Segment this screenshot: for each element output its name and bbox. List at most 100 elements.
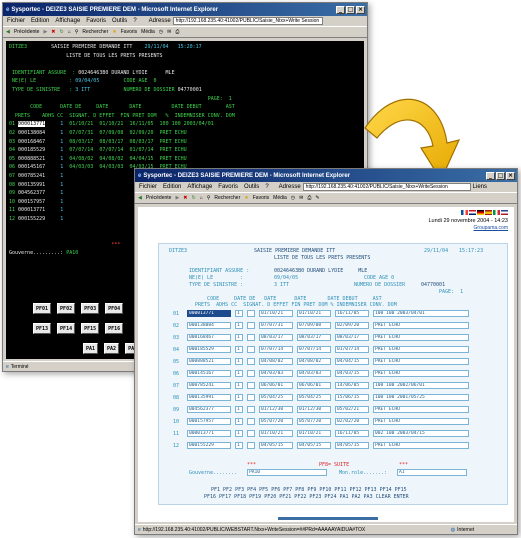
emu-row-signat-field[interactable]: 01/10/21 bbox=[259, 430, 293, 437]
emu-row-code-field[interactable]: 1 bbox=[235, 310, 243, 317]
emu-row-effet-field[interactable]: 05/04/25 bbox=[297, 394, 331, 401]
address-bar[interactable]: http://192.168.235.40:41002/PUBLIC/Saisi… bbox=[172, 17, 323, 25]
emu-row-effet-field[interactable]: 04/08/02 bbox=[297, 358, 331, 365]
emu-row-effet-field[interactable]: 01/12/30 bbox=[297, 406, 331, 413]
back-button[interactable]: Précédente bbox=[146, 195, 172, 201]
emu-row-signat-field[interactable]: 04/03/03 bbox=[259, 370, 293, 377]
emu-row-detail-field[interactable]: PRET ECHU bbox=[373, 358, 469, 365]
emu-row-effet-field[interactable]: 05/07/20 bbox=[297, 418, 331, 425]
emu-row-signat-field[interactable]: 01/12/30 bbox=[259, 406, 293, 413]
emu-row-fin-field[interactable]: 16/11/05 bbox=[335, 430, 369, 437]
emu-row-fin-field[interactable]: 04/03/15 bbox=[335, 370, 369, 377]
search-button[interactable]: Rechercher bbox=[82, 29, 108, 35]
back-window-titlebar[interactable]: e Sysportec - DEIZE3 SAISIE PREMIERE DEM… bbox=[3, 3, 367, 16]
emu-row-cc-field[interactable] bbox=[247, 442, 255, 449]
emu-fkeys-line-2[interactable]: PF16 PF17 PF18 PF19 PF20 PF21 PF22 PF23 … bbox=[204, 494, 409, 500]
flag-icon[interactable] bbox=[493, 210, 500, 215]
emu-row-detail-field[interactable]: 100 100 2001/05/25 bbox=[373, 394, 469, 401]
emu-row-pret-field[interactable]: 000888521 bbox=[187, 358, 231, 365]
emu-row-cc-field[interactable] bbox=[247, 358, 255, 365]
site-link[interactable]: Groupama.com bbox=[474, 225, 508, 231]
emu-row-code-field[interactable]: 1 bbox=[235, 358, 243, 365]
emu-row-pret-field[interactable]: 000155229 bbox=[187, 442, 231, 449]
minimize-icon[interactable]: _ bbox=[336, 5, 345, 14]
mail-icon[interactable]: ✉ bbox=[167, 29, 171, 35]
menu-outils[interactable]: Outils bbox=[112, 18, 127, 24]
emu-row-fin-field[interactable]: 16/11/05 bbox=[335, 310, 369, 317]
menu-help[interactable]: ? bbox=[133, 18, 136, 24]
emu-row-code-field[interactable]: 1 bbox=[235, 334, 243, 341]
emu-row-cc-field[interactable] bbox=[247, 322, 255, 329]
emu-row-fin-field[interactable]: 14/06/05 bbox=[335, 382, 369, 389]
emu-row-code-field[interactable]: 1 bbox=[235, 394, 243, 401]
forward-arrow-icon[interactable]: ▶ bbox=[43, 29, 47, 35]
menu-edition[interactable]: Edition bbox=[163, 184, 181, 190]
pf15-button[interactable]: PF15 bbox=[81, 323, 100, 334]
emu-row-fin-field[interactable]: 15/06/15 bbox=[335, 394, 369, 401]
pa1-button[interactable]: PA1 bbox=[83, 343, 99, 354]
emu-row-signat-field[interactable]: 06/06/01 bbox=[259, 382, 293, 389]
emu-row-code-field[interactable]: 1 bbox=[235, 442, 243, 449]
emu-row-code-field[interactable]: 1 bbox=[235, 430, 243, 437]
emu-row-pret-field[interactable]: 004562377 bbox=[187, 406, 231, 413]
minimize-icon[interactable]: _ bbox=[486, 171, 495, 180]
emu-row-pret-field[interactable]: 000185529 bbox=[187, 346, 231, 353]
emu-row-signat-field[interactable]: 04/08/02 bbox=[259, 358, 293, 365]
emu-row-signat-field[interactable]: 04/05/15 bbox=[259, 442, 293, 449]
menu-fichier[interactable]: Fichier bbox=[139, 184, 157, 190]
emu-row-fin-field[interactable]: 05/02/21 bbox=[335, 406, 369, 413]
links-label[interactable]: Liens bbox=[473, 184, 487, 190]
history-icon[interactable]: ◷ bbox=[159, 29, 163, 35]
close-icon[interactable]: × bbox=[506, 171, 515, 180]
menu-edition[interactable]: Edition bbox=[31, 18, 49, 24]
menu-affichage[interactable]: Affichage bbox=[187, 184, 212, 190]
term-row-pret-field[interactable]: 004562377 bbox=[18, 190, 45, 196]
emu-row-code-field[interactable]: 1 bbox=[235, 370, 243, 377]
emu-row-signat-field[interactable]: 07/07/14 bbox=[259, 346, 293, 353]
forward-arrow-icon[interactable]: ▶ bbox=[175, 195, 179, 201]
emu-row-cc-field[interactable] bbox=[247, 406, 255, 413]
menu-affichage[interactable]: Affichage bbox=[55, 18, 80, 24]
flag-icon[interactable] bbox=[485, 210, 492, 215]
term-row-pret-field[interactable]: 000138084 bbox=[18, 130, 45, 136]
mail-icon[interactable]: ✉ bbox=[299, 195, 303, 201]
flag-icon[interactable] bbox=[477, 210, 484, 215]
emu-row-detail-field[interactable]: PRET ECHU bbox=[373, 418, 469, 425]
term-row-pret-field[interactable]: 000013771 bbox=[18, 121, 46, 128]
emu-row-pret-field[interactable]: 000157957 bbox=[187, 418, 231, 425]
term-row-pret-field[interactable]: 000013771 bbox=[18, 207, 45, 213]
menu-help[interactable]: ? bbox=[265, 184, 268, 190]
emu-row-cc-field[interactable] bbox=[247, 310, 255, 317]
emu-row-detail-field[interactable]: PRET ECHU bbox=[373, 322, 469, 329]
emu-row-detail-field[interactable]: PRET ECHU bbox=[373, 370, 469, 377]
emu-row-cc-field[interactable] bbox=[247, 334, 255, 341]
home-icon[interactable]: ⌂ bbox=[68, 29, 71, 35]
emu-row-detail-field[interactable]: 002 100 2003/04/15 bbox=[373, 430, 469, 437]
maximize-icon[interactable]: □ bbox=[346, 5, 355, 14]
emu-row-signat-field[interactable]: 05/04/25 bbox=[259, 394, 293, 401]
term-row-pret-field[interactable]: 000157957 bbox=[18, 199, 45, 205]
emu-mon-field[interactable]: A1 bbox=[397, 469, 467, 476]
pf16-button[interactable]: PF16 bbox=[105, 323, 124, 334]
term-gouv-value[interactable]: PA10 bbox=[66, 250, 78, 256]
emu-row-cc-field[interactable] bbox=[247, 418, 255, 425]
menu-favoris[interactable]: Favoris bbox=[86, 18, 106, 24]
close-icon[interactable]: × bbox=[356, 5, 365, 14]
term-row-pret-field[interactable]: 000185529 bbox=[18, 147, 45, 153]
emu-row-signat-field[interactable]: 05/07/20 bbox=[259, 418, 293, 425]
menu-fichier[interactable]: Fichier bbox=[7, 18, 25, 24]
emu-row-fin-field[interactable]: 04/05/15 bbox=[335, 442, 369, 449]
flag-icon[interactable] bbox=[501, 210, 508, 215]
back-arrow-icon[interactable]: ◀ bbox=[6, 29, 10, 35]
emu-row-detail-field[interactable]: PRET ECHU bbox=[373, 406, 469, 413]
emu-gouv-field[interactable]: PA10 bbox=[247, 469, 327, 476]
favorites-button[interactable]: Favoris bbox=[121, 29, 137, 35]
term-row-pret-field[interactable]: 000888521 bbox=[18, 156, 45, 162]
pf01-button[interactable]: PF01 bbox=[33, 303, 52, 314]
emu-row-fin-field[interactable]: 02/02/20 bbox=[335, 418, 369, 425]
pf04-button[interactable]: PF04 bbox=[105, 303, 124, 314]
emu-row-cc-field[interactable] bbox=[247, 430, 255, 437]
emu-row-cc-field[interactable] bbox=[247, 370, 255, 377]
emu-fkeys-line-1[interactable]: PF1 PF2 PF3 PF4 PF5 PF6 PF7 PF8 PF9 PF10… bbox=[211, 487, 407, 493]
favorites-button[interactable]: Favoris bbox=[253, 195, 269, 201]
